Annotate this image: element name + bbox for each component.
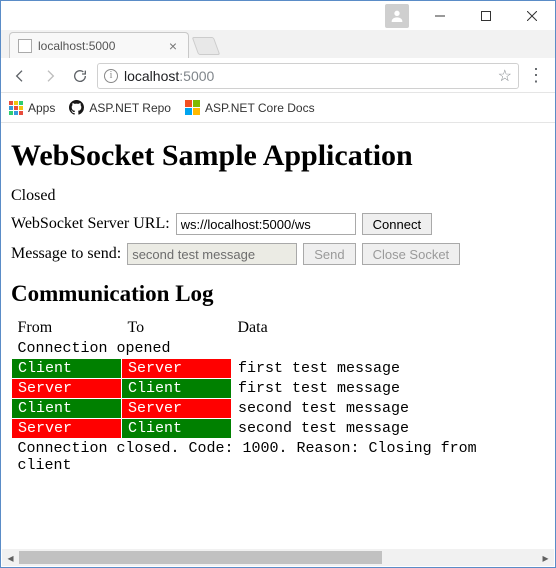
log-from-cell: Client — [12, 359, 122, 379]
log-from-cell: Server — [12, 379, 122, 399]
connect-button[interactable]: Connect — [362, 213, 432, 235]
log-to-cell: Client — [122, 419, 232, 439]
window-minimize-button[interactable] — [417, 1, 463, 31]
chrome-profile-icon[interactable] — [385, 4, 409, 28]
log-header-row: From To Data — [12, 317, 546, 339]
apps-label: Apps — [28, 101, 55, 115]
col-to: To — [122, 317, 232, 339]
new-tab-button[interactable] — [192, 37, 221, 55]
scroll-track[interactable] — [19, 549, 537, 566]
horizontal-scrollbar[interactable]: ◂ ▸ — [2, 549, 554, 566]
microsoft-icon — [185, 100, 200, 115]
log-status-row: Connection opened — [12, 339, 546, 359]
chrome-menu-button[interactable]: ⋮ — [523, 63, 549, 89]
window-maximize-button[interactable] — [463, 1, 509, 31]
log-row: ServerClientsecond test message — [12, 419, 546, 439]
message-input[interactable] — [127, 243, 297, 265]
log-opened: Connection opened — [12, 339, 546, 359]
tab-title: localhost:5000 — [38, 39, 160, 53]
col-from: From — [12, 317, 122, 339]
log-status-row: Connection closed. Code: 1000. Reason: C… — [12, 439, 546, 476]
server-url-row: WebSocket Server URL: Connect — [11, 213, 545, 235]
col-data: Data — [232, 317, 546, 339]
bookmark-label: ASP.NET Repo — [89, 101, 171, 115]
reload-button[interactable] — [67, 63, 93, 89]
log-from-cell: Server — [12, 419, 122, 439]
log-row: ClientServerfirst test message — [12, 359, 546, 379]
page-title: WebSocket Sample Application — [11, 139, 545, 173]
tab-close-icon[interactable]: × — [166, 39, 180, 53]
address-bar[interactable]: i localhost:5000 ☆ — [97, 63, 519, 89]
page-content: WebSocket Sample Application Closed WebS… — [1, 123, 555, 549]
bookmark-aspnet-repo[interactable]: ASP.NET Repo — [69, 100, 171, 115]
scroll-left-arrow[interactable]: ◂ — [2, 549, 19, 566]
tab-favicon — [18, 39, 32, 53]
log-data-cell: first test message — [232, 359, 546, 379]
site-info-icon[interactable]: i — [104, 69, 118, 83]
log-data-cell: second test message — [232, 399, 546, 419]
browser-toolbar: i localhost:5000 ☆ ⋮ — [1, 59, 555, 93]
bookmarks-bar: Apps ASP.NET Repo ASP.NET Core Docs — [1, 93, 555, 123]
browser-tab[interactable]: localhost:5000 × — [9, 32, 189, 58]
scroll-right-arrow[interactable]: ▸ — [537, 549, 554, 566]
bookmark-aspnet-core-docs[interactable]: ASP.NET Core Docs — [185, 100, 315, 115]
log-row: ServerClientfirst test message — [12, 379, 546, 399]
browser-tabstrip: localhost:5000 × — [1, 30, 555, 58]
url-text: localhost:5000 — [124, 68, 492, 84]
connection-status: Closed — [11, 187, 545, 205]
window-close-button[interactable] — [509, 1, 555, 31]
communication-log-table: From To Data Connection opened ClientSer… — [11, 317, 545, 475]
log-heading: Communication Log — [11, 281, 545, 307]
bookmark-star-icon[interactable]: ☆ — [498, 66, 512, 86]
log-closed: Connection closed. Code: 1000. Reason: C… — [12, 439, 546, 476]
server-url-label: WebSocket Server URL: — [11, 215, 170, 233]
log-row: ClientServersecond test message — [12, 399, 546, 419]
back-button[interactable] — [7, 63, 33, 89]
bookmark-label: ASP.NET Core Docs — [205, 101, 315, 115]
window-titlebar — [1, 1, 555, 31]
log-from-cell: Client — [12, 399, 122, 419]
log-to-cell: Server — [122, 399, 232, 419]
send-button[interactable]: Send — [303, 243, 355, 265]
apps-icon — [9, 101, 23, 115]
github-icon — [69, 100, 84, 115]
apps-shortcut[interactable]: Apps — [9, 101, 55, 115]
forward-button[interactable] — [37, 63, 63, 89]
scroll-thumb[interactable] — [19, 551, 382, 564]
close-socket-button[interactable]: Close Socket — [362, 243, 461, 265]
server-url-input[interactable] — [176, 213, 356, 235]
message-label: Message to send: — [11, 245, 121, 263]
log-data-cell: first test message — [232, 379, 546, 399]
log-to-cell: Server — [122, 359, 232, 379]
log-to-cell: Client — [122, 379, 232, 399]
message-row: Message to send: Send Close Socket — [11, 243, 545, 265]
log-data-cell: second test message — [232, 419, 546, 439]
